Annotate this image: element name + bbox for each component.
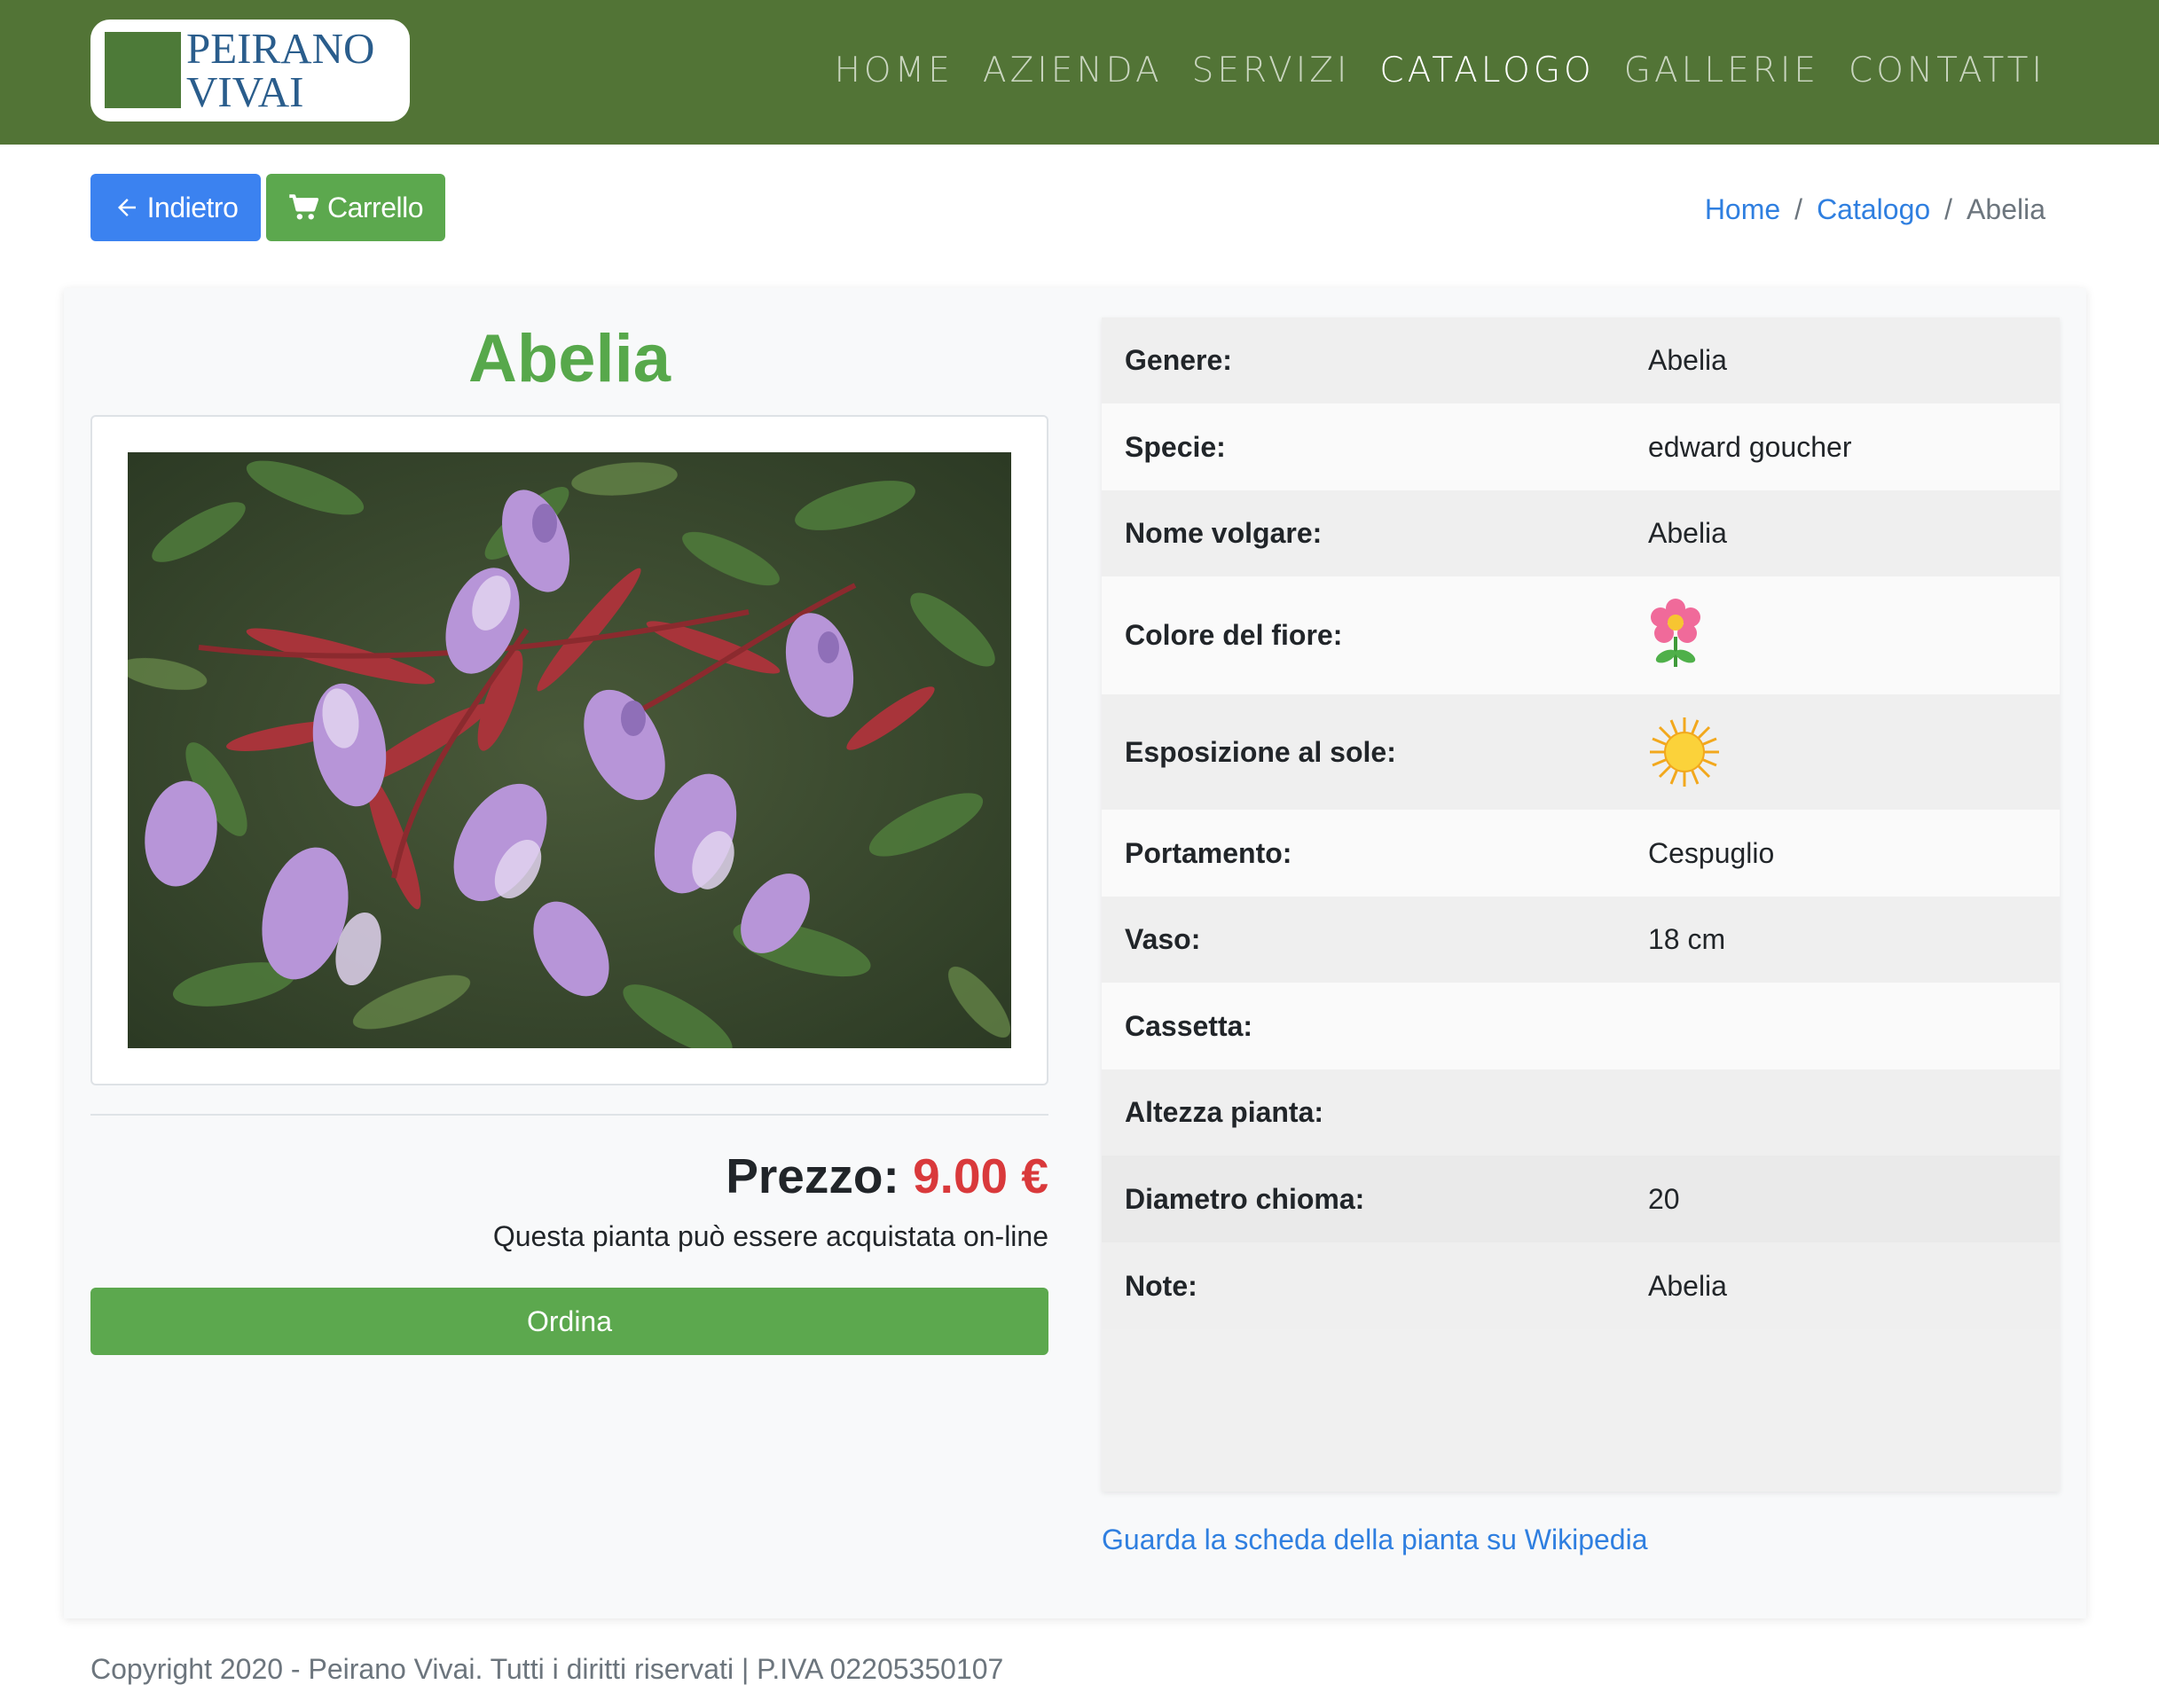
breadcrumb-current: Abelia <box>1967 193 2045 225</box>
spec-row-cassetta: Cassetta: <box>1102 983 2060 1069</box>
logo-line2: VIVAI <box>186 67 304 116</box>
spec-value: Abelia <box>1648 1269 1727 1302</box>
price-line: Prezzo: 9.00 € <box>90 1144 1048 1208</box>
back-button-label: Indietro <box>146 191 239 223</box>
spec-table: Genere: Abelia Specie: edward goucher No… <box>1102 317 2060 1492</box>
spec-row-portamento: Portamento: Cespuglio <box>1102 810 2060 897</box>
spec-row-diametro: Diametro chioma: 20 <box>1102 1156 2060 1242</box>
spec-label: Esposizione al sole: <box>1125 735 1396 768</box>
price-label: Prezzo: <box>726 1148 899 1203</box>
spec-label: Genere: <box>1125 344 1232 376</box>
price-value: 9.00 € <box>913 1148 1048 1203</box>
top-navbar: PEIRANO VIVAI HOME AZIENDA SERVIZI CATAL… <box>0 0 2159 145</box>
nav-azienda[interactable]: AZIENDA <box>983 49 1163 93</box>
spec-label: Cassetta: <box>1125 1009 1253 1042</box>
breadcrumb-catalogo[interactable]: Catalogo <box>1817 193 1930 226</box>
breadcrumb-separator: / <box>1944 193 1953 225</box>
cart-button[interactable]: Carrello <box>266 174 445 241</box>
product-title: Abelia <box>467 321 671 396</box>
spec-value: Abelia <box>1648 517 1727 549</box>
back-button[interactable]: Indietro <box>90 174 261 241</box>
spec-label: Specie: <box>1125 430 1226 463</box>
order-button[interactable]: Ordina <box>90 1288 1048 1355</box>
spec-row-nome-volgare: Nome volgare: Abelia <box>1102 490 2060 576</box>
spec-value: 18 cm <box>1648 923 1726 955</box>
spec-row-note: Note: Abelia <box>1102 1242 2060 1329</box>
spec-label: Colore del fiore: <box>1125 619 1343 651</box>
spec-label: Note: <box>1125 1269 1197 1302</box>
spec-value: Cespuglio <box>1648 836 1775 869</box>
footer-copyright: Copyright 2020 - Peirano Vivai. Tutti i … <box>90 1653 1004 1685</box>
nav-servizi[interactable]: SERVIZI <box>1192 49 1351 93</box>
brand-logo[interactable]: PEIRANO VIVAI <box>90 20 410 121</box>
sun-icon <box>1648 716 1721 795</box>
logo-text: PEIRANO VIVAI <box>186 27 374 114</box>
breadcrumb: Home / Catalogo / Abelia <box>1705 193 2045 226</box>
spec-row-altezza: Altezza pianta: <box>1102 1069 2060 1156</box>
spec-row-colore-fiore: Colore del fiore: <box>1102 576 2060 694</box>
arrow-left-icon <box>117 199 136 216</box>
online-purchase-note: Questa pianta può essere acquistata on-l… <box>492 1220 1048 1252</box>
spec-value: Abelia <box>1648 344 1727 376</box>
shopping-cart-icon <box>289 194 319 220</box>
pink-flower-icon <box>1648 598 1703 678</box>
cart-button-label: Carrello <box>326 191 424 223</box>
nav-home[interactable]: HOME <box>835 49 954 93</box>
spec-row-genere: Genere: Abelia <box>1102 317 2060 403</box>
spec-value: 20 <box>1648 1182 1680 1215</box>
nav-catalogo[interactable]: CATALOGO <box>1379 49 1594 93</box>
breadcrumb-home[interactable]: Home <box>1705 193 1780 226</box>
logo-square <box>105 32 181 108</box>
spec-row-esposizione: Esposizione al sole: <box>1102 694 2060 810</box>
spec-row-vaso: Vaso: 18 cm <box>1102 897 2060 983</box>
nav-contatti[interactable]: CONTATTI <box>1849 49 2045 93</box>
product-photo[interactable] <box>128 452 1011 1048</box>
main-nav: HOME AZIENDA SERVIZI CATALOGO GALLERIE C… <box>805 49 2045 93</box>
wikipedia-link[interactable]: Guarda la scheda della pianta su Wikiped… <box>1102 1524 1647 1556</box>
nav-gallerie[interactable]: GALLERIE <box>1624 49 1819 93</box>
price-divider <box>90 1114 1048 1116</box>
logo-line1: PEIRANO <box>186 24 375 73</box>
breadcrumb-separator: / <box>1794 193 1803 225</box>
spec-label: Nome volgare: <box>1125 517 1323 549</box>
spec-label: Altezza pianta: <box>1125 1096 1324 1128</box>
spec-row-specie: Specie: edward goucher <box>1102 403 2060 490</box>
spec-label: Portamento: <box>1125 836 1292 869</box>
spec-value: edward goucher <box>1648 430 1852 463</box>
product-image-frame <box>90 415 1048 1085</box>
spec-label: Vaso: <box>1125 923 1201 955</box>
spec-label: Diametro chioma: <box>1125 1182 1365 1215</box>
